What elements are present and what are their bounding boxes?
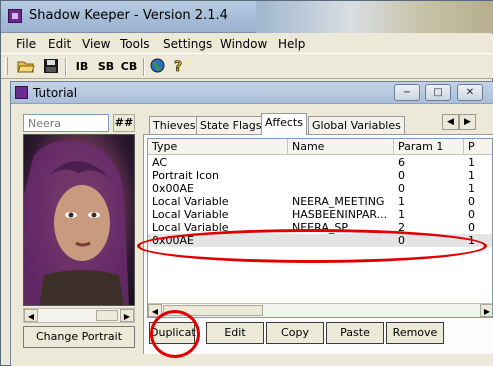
help-icon[interactable]: ? [170, 58, 188, 76]
affects-list[interactable]: Type Name Param 1 P AC 6 1 Portrait Icon 0 1 0… [147, 138, 493, 318]
character-name-field[interactable]: Neera [23, 114, 109, 132]
cell-type: 0x00AE [152, 182, 194, 195]
list-row[interactable]: Local Variable NEERA_MEETING 1 0 [148, 195, 492, 208]
scroll-left-arrow-icon[interactable]: ◀ [24, 309, 38, 322]
tab-state-flags[interactable]: State Flags [196, 116, 266, 134]
cell-param1: 0 [398, 169, 405, 182]
menu-edit[interactable]: Edit [48, 37, 71, 51]
menu-file[interactable]: File [16, 37, 36, 51]
tab-global-variables[interactable]: Global Variables [308, 116, 405, 134]
app-icon [8, 9, 22, 23]
column-header-param2[interactable]: P [464, 139, 492, 155]
cell-p: 1 [468, 169, 475, 182]
minimize-button[interactable]: − [394, 84, 420, 101]
cell-type: AC [152, 156, 168, 169]
cell-p: 0 [468, 208, 475, 221]
tab-affects[interactable]: Affects [261, 113, 307, 135]
paste-button[interactable]: Paste [326, 322, 384, 344]
svg-text:?: ? [174, 59, 182, 74]
toolbar-separator [143, 58, 145, 76]
column-header-param1[interactable]: Param 1 [394, 139, 464, 155]
restore-button[interactable]: □ [425, 84, 451, 101]
tab-thieves[interactable]: Thieves [149, 116, 200, 134]
column-header-type[interactable]: Type [148, 139, 288, 155]
ib-button[interactable]: IB [71, 58, 93, 76]
annotation-ellipse-duplicate [150, 310, 200, 358]
list-header: Type Name Param 1 P [148, 139, 492, 155]
list-row[interactable]: 0x00AE 0 1 [148, 182, 492, 195]
portrait-scrollbar[interactable]: ◀ ▶ [23, 308, 135, 323]
edit-button[interactable]: Edit [206, 322, 264, 344]
toolbar: IB SB CB ? [1, 53, 493, 79]
menu-window[interactable]: Window [220, 37, 267, 51]
tab-scroll-left-icon[interactable]: ◀ [442, 114, 459, 130]
cell-param1: 0 [398, 182, 405, 195]
menu-settings[interactable]: Settings [163, 37, 212, 51]
hash-button[interactable]: ## [113, 114, 135, 132]
sb-button[interactable]: SB [95, 58, 117, 76]
window-title: Shadow Keeper - Version 2.1.4 [29, 8, 228, 23]
menu-help[interactable]: Help [278, 37, 305, 51]
toolbar-grip[interactable] [5, 57, 8, 75]
app-icon [15, 86, 28, 99]
child-window-title: Tutorial [33, 86, 78, 100]
cb-button[interactable]: CB [118, 58, 140, 76]
folder-open-icon[interactable] [16, 58, 36, 76]
change-portrait-button[interactable]: Change Portrait [23, 326, 135, 348]
floppy-icon[interactable] [41, 58, 61, 76]
child-title-bar[interactable]: Tutorial − □ ✕ [11, 82, 493, 104]
cell-param1: 1 [398, 195, 405, 208]
column-header-name[interactable]: Name [288, 139, 394, 155]
title-bar[interactable]: Shadow Keeper - Version 2.1.4 [1, 1, 493, 33]
cell-p: 0 [468, 221, 475, 234]
desktop-background [256, 1, 493, 33]
globe-icon[interactable] [148, 58, 166, 76]
cell-type: Local Variable [152, 208, 229, 221]
menu-view[interactable]: View [82, 37, 110, 51]
toolbar-separator [65, 58, 67, 76]
cell-type: Local Variable [152, 195, 229, 208]
cell-param1: 6 [398, 156, 405, 169]
scroll-right-arrow-icon[interactable]: ▶ [120, 309, 134, 322]
close-button[interactable]: ✕ [457, 84, 483, 101]
cell-type: Portrait Icon [152, 169, 219, 182]
menu-bar: File Edit View Tools Settings Window Hel… [1, 34, 493, 53]
annotation-ellipse-row [137, 229, 487, 263]
cell-name: HASBEENINPAR... [292, 208, 388, 221]
cell-name: NEERA_MEETING [292, 195, 385, 208]
cell-p: 1 [468, 156, 475, 169]
list-scrollbar[interactable]: ◀ ▶ [148, 303, 492, 317]
list-row[interactable]: Local Variable HASBEENINPAR... 1 0 [148, 208, 492, 221]
character-portrait [23, 134, 135, 306]
cell-param1: 1 [398, 208, 405, 221]
scroll-right-arrow-icon[interactable]: ▶ [480, 304, 492, 317]
remove-button[interactable]: Remove [386, 322, 444, 344]
list-row[interactable]: AC 6 1 [148, 156, 492, 169]
cell-p: 1 [468, 182, 475, 195]
cell-p: 0 [468, 195, 475, 208]
tab-scroll-right-icon[interactable]: ▶ [459, 114, 476, 130]
menu-tools[interactable]: Tools [120, 37, 150, 51]
scroll-thumb[interactable] [96, 310, 118, 321]
copy-button[interactable]: Copy [266, 322, 324, 344]
list-row[interactable]: Portrait Icon 0 1 [148, 169, 492, 182]
